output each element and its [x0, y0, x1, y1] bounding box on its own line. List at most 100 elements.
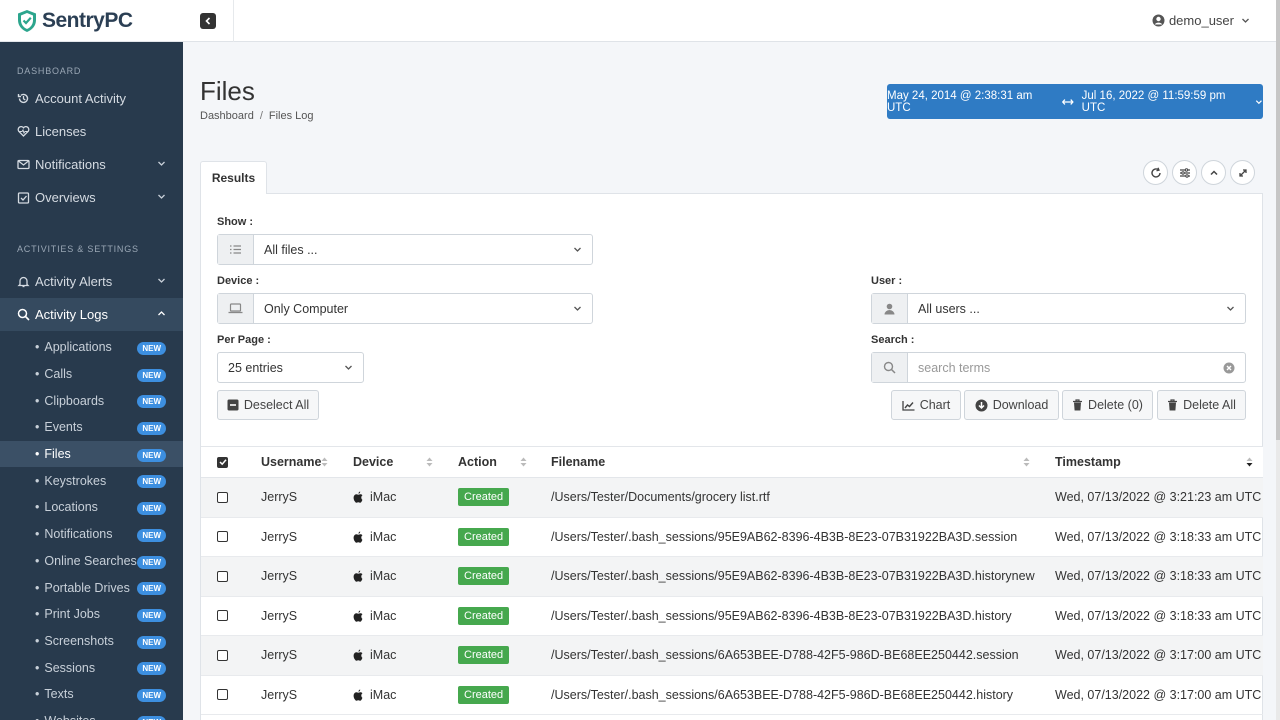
sidebar-subitem-clipboards[interactable]: • Clipboards NEW — [0, 387, 183, 414]
new-badge: NEW — [137, 662, 166, 676]
sort-icon[interactable] — [520, 456, 527, 468]
row-checkbox[interactable] — [217, 610, 228, 622]
device-cell: iMac — [353, 557, 396, 596]
bullet: • — [35, 633, 40, 648]
tab-results[interactable]: Results — [200, 161, 267, 194]
search-field[interactable] — [871, 352, 1246, 383]
sidebar-subitem-websites[interactable]: • Websites NEW — [0, 708, 183, 720]
sidebar-subitem-label: Clipboards — [44, 393, 105, 408]
bullet: • — [35, 660, 40, 675]
perpage-select[interactable]: 25 entries — [217, 352, 364, 383]
row-checkbox[interactable] — [217, 531, 228, 543]
column-filename[interactable]: Filename — [551, 447, 605, 477]
topbar-divider — [233, 0, 234, 42]
device-select[interactable]: Only Computer — [217, 293, 593, 324]
row-checkbox[interactable] — [217, 491, 228, 503]
row-select-cell[interactable] — [217, 676, 228, 715]
sidebar-subitem-files[interactable]: • Files NEW — [0, 440, 183, 468]
new-badge: NEW — [137, 688, 166, 702]
filters-button[interactable] — [1172, 160, 1197, 185]
show-label: Show : — [217, 216, 254, 228]
chart-button[interactable]: Chart — [891, 390, 961, 420]
row-select-cell[interactable] — [217, 636, 228, 675]
scrollbar-thumb[interactable] — [1276, 0, 1280, 440]
heart-pulse-icon — [17, 125, 30, 138]
sort-icon[interactable] — [1023, 456, 1030, 468]
select-all-cell[interactable] — [217, 447, 228, 477]
row-select-cell[interactable] — [217, 557, 228, 596]
row-select-cell[interactable] — [217, 597, 228, 636]
list-icon — [230, 245, 241, 254]
table-row[interactable]: JerryS iMac Created /Users/Tester/.bash_… — [201, 557, 1263, 597]
chevron-down-icon — [1227, 306, 1234, 311]
sidebar-subitem-sessions[interactable]: • Sessions NEW — [0, 654, 183, 681]
row-checkbox[interactable] — [217, 649, 228, 661]
row-checkbox[interactable] — [217, 689, 228, 701]
sort-icon[interactable] — [426, 456, 433, 468]
sidebar-item-account-activity[interactable]: Account Activity — [0, 82, 183, 115]
sidebar-item-activity-logs[interactable]: Activity Logs — [0, 298, 183, 331]
sidebar-subitem-calls[interactable]: • Calls NEW — [0, 361, 183, 388]
sidebar-subitem-notifications[interactable]: • Notifications NEW — [0, 521, 183, 548]
panel-tools — [1143, 160, 1255, 185]
filename-cell: /Users/Tester/.bash_sessions/6A653BEE-D7… — [551, 687, 1014, 702]
timestamp-cell: Wed, 07/13/2022 @ 3:17:00 am UTC — [1055, 648, 1262, 663]
sort-desc-icon[interactable] — [1246, 456, 1253, 468]
sidebar: SentryPC DASHBOARD Account Activity Lice… — [0, 0, 183, 720]
select-all-checkbox[interactable] — [217, 456, 228, 468]
row-select-cell[interactable] — [217, 518, 228, 557]
show-select[interactable]: All files ... — [217, 234, 593, 265]
search-input[interactable] — [908, 360, 1223, 375]
table-row[interactable]: JerryS iMac Created /Users/Tester/.bash_… — [201, 518, 1263, 557]
sidebar-subitem-applications[interactable]: • Applications NEW — [0, 334, 183, 361]
refresh-button[interactable] — [1143, 160, 1168, 185]
row-checkbox[interactable] — [217, 570, 228, 582]
breadcrumb-dashboard[interactable]: Dashboard — [200, 110, 254, 122]
table-row[interactable]: JerryS iMac Created /Users/Tester/.bash_… — [201, 597, 1263, 636]
sidebar-subitem-print-jobs[interactable]: • Print Jobs NEW — [0, 601, 183, 628]
sidebar-item-licenses[interactable]: Licenses — [0, 115, 183, 148]
sidebar-subitem-screenshots[interactable]: • Screenshots NEW — [0, 628, 183, 655]
device-cell: iMac — [353, 478, 396, 517]
brand[interactable]: SentryPC — [0, 0, 183, 42]
column-timestamp[interactable]: Timestamp — [1055, 447, 1121, 477]
column-action[interactable]: Action — [458, 447, 497, 477]
sort-icon[interactable] — [321, 456, 328, 468]
action-badge: Created — [458, 606, 510, 625]
delete-button[interactable]: Delete (0) — [1062, 390, 1153, 420]
filename-cell: /Users/Tester/.bash_sessions/95E9AB62-83… — [551, 569, 1035, 584]
sidebar-subitem-events[interactable]: • Events NEW — [0, 414, 183, 441]
apple-icon — [353, 570, 363, 583]
table-row[interactable]: JerryS iMac Created /Users/Tester/Docume… — [201, 478, 1263, 518]
page-scrollbar[interactable] — [1276, 0, 1280, 720]
clear-circle-icon[interactable] — [1223, 362, 1235, 374]
column-username[interactable]: Username — [261, 447, 321, 477]
laptop-icon-addon — [218, 294, 254, 323]
deselect-all-button[interactable]: Deselect All — [217, 390, 319, 420]
sidebar-item-overviews[interactable]: Overviews — [0, 181, 183, 214]
download-button[interactable]: Download — [964, 390, 1059, 420]
action-badge: Created — [458, 488, 510, 507]
sidebar-toggle-button[interactable] — [200, 13, 216, 29]
sidebar-subitem-portable-drives[interactable]: • Portable Drives NEW — [0, 574, 183, 601]
sidebar-item-activity-alerts[interactable]: Activity Alerts — [0, 265, 183, 298]
sidebar-subitem-keystrokes[interactable]: • Keystrokes NEW — [0, 467, 183, 494]
collapse-button[interactable] — [1201, 160, 1226, 185]
delete-all-button[interactable]: Delete All — [1157, 390, 1246, 420]
column-device[interactable]: Device — [353, 447, 393, 477]
sidebar-subitem-label: Calls — [44, 367, 73, 382]
date-range-picker[interactable]: May 24, 2014 @ 2:38:31 am UTC Jul 16, 20… — [887, 84, 1263, 119]
table-row[interactable]: JerryS iMac Created /Users/Tester/.bash_… — [201, 636, 1263, 676]
sidebar-subitem-locations[interactable]: • Locations NEW — [0, 494, 183, 521]
sidebar-subitem-online-searches[interactable]: • Online Searches NEW — [0, 548, 183, 575]
sidebar-item-notifications[interactable]: Notifications — [0, 148, 183, 181]
user-menu[interactable]: demo_user — [1152, 13, 1250, 28]
device-name: iMac — [370, 490, 397, 505]
expand-button[interactable] — [1230, 160, 1255, 185]
row-select-cell[interactable] — [217, 478, 228, 517]
user-select[interactable]: All users ... — [871, 293, 1246, 324]
new-badge: NEW — [137, 395, 166, 409]
sidebar-subitem-texts[interactable]: • Texts NEW — [0, 681, 183, 708]
table-row[interactable]: JerryS iMac Created /Users/Tester/.bash_… — [201, 676, 1263, 715]
bullet: • — [35, 367, 40, 382]
